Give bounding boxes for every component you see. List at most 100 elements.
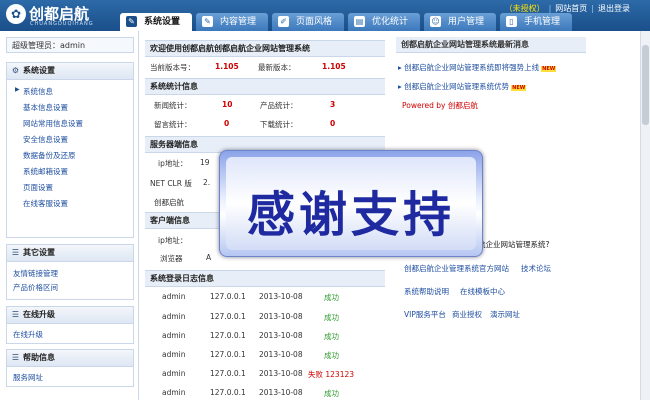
welcome-section: 欢迎使用创都启航创都启航企业网站管理系统: [145, 40, 385, 57]
unauthorized-label: （未授权）: [504, 4, 545, 13]
logout-link[interactable]: 退出登录: [598, 4, 630, 13]
sidebar-item-service-url[interactable]: 服务网址: [13, 372, 43, 383]
logo-mark: ✿: [6, 4, 26, 24]
log-user: admin: [162, 369, 186, 378]
product-stat: 3: [330, 100, 336, 109]
tab-system-settings[interactable]: ✎ 系统设置: [120, 13, 192, 32]
tab-mobile-management[interactable]: ▯ 手机管理: [500, 13, 572, 31]
logo: ✿ 创都启航 CHUANGDUQIHANG: [6, 3, 116, 28]
sidebar-item-page-settings[interactable]: 页面设置: [23, 182, 53, 193]
tab-user-management[interactable]: ☺ 用户管理: [424, 13, 496, 31]
sidebar-item-common-info[interactable]: 网站常用信息设置: [23, 118, 83, 129]
log-status: 成功: [324, 389, 339, 398]
log-user: admin: [162, 388, 186, 397]
tab-content-management[interactable]: ✎ 内容管理: [196, 13, 268, 31]
license-link[interactable]: 商业授权: [452, 309, 482, 320]
log-status: 成功: [324, 351, 339, 360]
panel-header: ⚙ 系统设置: [7, 63, 133, 80]
latest-version-label: 最新版本：: [258, 63, 296, 72]
welcome-title: 欢迎使用创都启航创都启航企业网站管理系统: [145, 40, 385, 57]
sidebar: 超级管理员：admin ⚙ 系统设置 ▶ 系统信息 基本信息设置 网站常用信息设置 …: [0, 31, 139, 400]
log-status: 成功: [324, 313, 339, 322]
log-title: 系统登录日志信息: [145, 270, 385, 287]
client-ip-label: ip地址：: [158, 236, 188, 245]
message-stat: 0: [224, 119, 230, 128]
vip-link[interactable]: VIP服务平台: [404, 309, 446, 320]
log-ip: 127.0.0.1: [210, 369, 246, 378]
panel-help: ☰ 帮助信息 服务网址: [6, 349, 134, 387]
log-user: admin: [162, 350, 186, 359]
chart-icon: ▤: [354, 16, 365, 27]
download-stat-label: 下载统计：: [260, 120, 298, 129]
sidebar-item-friend-links[interactable]: 友情链接管理: [13, 268, 58, 279]
news-stat: 10: [222, 100, 233, 109]
sidebar-item-system-info[interactable]: ▶ 系统信息: [15, 86, 53, 97]
sidebar-item-email[interactable]: 系统邮箱设置: [23, 166, 68, 177]
panel-system-settings: ⚙ 系统设置 ▶ 系统信息 基本信息设置 网站常用信息设置 安全信息设置 数据备份及…: [6, 62, 134, 238]
forum-link[interactable]: 技术论坛: [521, 263, 551, 274]
log-date: 2013-10-08: [259, 388, 303, 397]
help-icon: ☰: [11, 353, 20, 362]
logo-subtext: CHUANGDUQIHANG: [30, 21, 94, 27]
news-title: 创都启航企业网站管理系统最新消息: [396, 37, 586, 53]
message-stat-label: 留言统计：: [154, 120, 192, 129]
server-ip-label: ip地址：: [158, 159, 188, 168]
official-site-link[interactable]: 创都启航企业管理系统官方网站: [404, 263, 509, 274]
log-date: 2013-10-08: [259, 331, 303, 340]
news-item[interactable]: ▸ 创都启航企业网站管理系统即将强势上线 NEW: [398, 62, 557, 73]
current-version: 1.105: [215, 62, 239, 71]
settings-icon: ☰: [11, 248, 20, 257]
tab-page-style[interactable]: ✐ 页面风格: [272, 13, 344, 31]
panel-header: ☰ 其它设置: [7, 245, 133, 262]
news-item[interactable]: ▸ 创都启航企业网站管理系统优势 NEW: [398, 81, 527, 92]
stats-section: 系统统计信息: [145, 78, 385, 95]
netclr-label: NET CLR 版: [150, 179, 192, 188]
edit-icon: ✎: [202, 16, 213, 27]
site-home-link[interactable]: 网站首页: [555, 4, 587, 13]
demo-link[interactable]: 演示网址: [490, 309, 520, 320]
gear-icon: ⚙: [11, 66, 20, 75]
current-version-label: 当前版本号：: [150, 63, 195, 72]
log-ip: 127.0.0.1: [210, 350, 246, 359]
log-section: 系统登录日志信息: [145, 270, 385, 287]
powered-by: Powered by 创都启航: [402, 101, 478, 110]
sidebar-item-price-range[interactable]: 产品价格区间: [13, 282, 58, 293]
panel-header: ☰ 在线升级: [7, 307, 133, 324]
scrollbar[interactable]: [640, 31, 650, 400]
template-center-link[interactable]: 在线模板中心: [460, 286, 505, 297]
stats-title: 系统统计信息: [145, 78, 385, 95]
log-ip: 127.0.0.1: [210, 388, 246, 397]
download-stat: 0: [330, 119, 336, 128]
sidebar-item-online-service[interactable]: 在线客服设置: [23, 198, 68, 209]
system-question: 航企业网站管理系统?: [478, 240, 550, 249]
brush-icon: ✐: [278, 16, 289, 27]
panel-other-settings: ☰ 其它设置 友情链接管理 产品价格区间: [6, 244, 134, 300]
tab-seo-stats[interactable]: ▤ 优化统计: [348, 13, 420, 31]
new-badge: NEW: [541, 66, 557, 72]
panel-header: ☰ 帮助信息: [7, 350, 133, 367]
sidebar-item-basic-info[interactable]: 基本信息设置: [23, 102, 68, 113]
phone-icon: ▯: [506, 16, 517, 27]
product-stat-label: 产品统计：: [260, 101, 298, 110]
upgrade-icon: ☰: [11, 310, 20, 319]
top-header: ✿ 创都启航 CHUANGDUQIHANG （未授权） | 网站首页 | 退出登录 ✎ 系…: [0, 0, 650, 32]
user-icon: ☺: [430, 16, 441, 27]
sidebar-item-backup[interactable]: 数据备份及还原: [23, 150, 76, 161]
arrow-icon: ▶: [15, 86, 20, 93]
thanks-overlay: 感谢支持: [219, 150, 483, 257]
browser-value: A: [206, 253, 212, 262]
sidebar-item-security[interactable]: 安全信息设置: [23, 134, 68, 145]
scrollbar-thumb[interactable]: [642, 45, 649, 125]
log-ip: 127.0.0.1: [210, 292, 246, 301]
news-panel: 创都启航企业网站管理系统最新消息: [396, 37, 586, 53]
help-link[interactable]: 系统帮助说明: [404, 286, 449, 297]
latest-version: 1.105: [322, 62, 346, 71]
log-ip: 127.0.0.1: [210, 312, 246, 321]
netclr-value: 2.: [203, 178, 211, 187]
log-date: 2013-10-08: [259, 369, 303, 378]
sidebar-item-online-upgrade[interactable]: 在线升级: [13, 329, 43, 340]
log-status: 成功: [324, 332, 339, 341]
log-date: 2013-10-08: [259, 292, 303, 301]
admin-label: 超级管理员：admin: [6, 37, 134, 53]
wrench-icon: ✎: [126, 16, 137, 27]
